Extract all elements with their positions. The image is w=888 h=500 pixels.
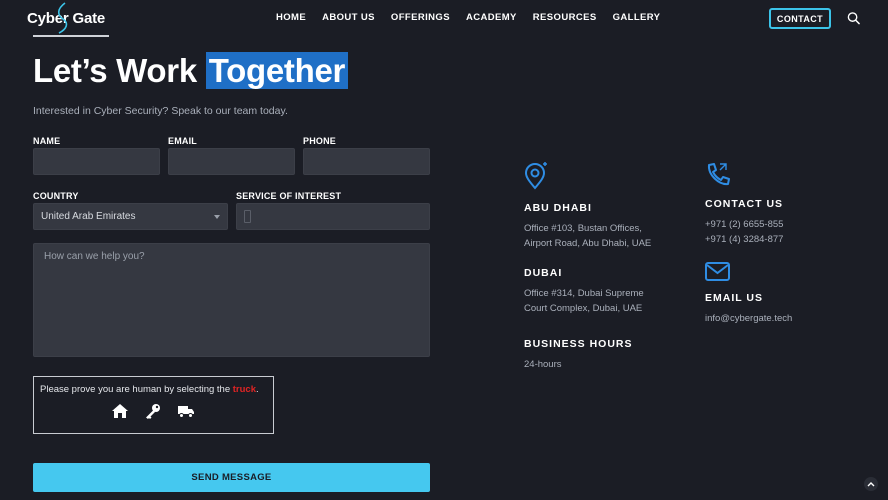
phone-number-2[interactable]: +971 (4) 3284-877: [705, 232, 783, 247]
country-value: United Arab Emirates: [41, 211, 136, 222]
page-title: Let’s Work Together: [33, 52, 349, 90]
service-label: SERVICE OF INTEREST: [236, 191, 342, 201]
logo-underline: [33, 35, 109, 37]
email-address[interactable]: info@cybergate.tech: [705, 311, 792, 326]
logo[interactable]: Cyber Gate: [27, 2, 105, 34]
search-icon[interactable]: [847, 11, 860, 25]
text-cursor-icon: [244, 210, 251, 223]
page-subtitle: Interested in Cyber Security? Speak to o…: [33, 105, 288, 117]
country-label: COUNTRY: [33, 191, 79, 201]
captcha-suffix: .: [256, 384, 259, 395]
service-field[interactable]: [236, 203, 430, 230]
abu-dhabi-heading: ABU DHABI: [524, 202, 592, 214]
abu-dhabi-address-line2: Airport Road, Abu Dhabi, UAE: [524, 238, 652, 249]
truck-icon[interactable]: [177, 403, 195, 419]
phone-field[interactable]: [303, 148, 430, 175]
captcha-target: truck: [232, 384, 256, 395]
contact-button[interactable]: CONTACT: [769, 8, 831, 29]
captcha-prefix: Please prove you are human by selecting …: [40, 384, 233, 395]
location-pin-icon: [524, 162, 547, 190]
phone-icon: [707, 163, 730, 186]
home-icon[interactable]: [111, 403, 129, 419]
country-select[interactable]: United Arab Emirates: [33, 203, 228, 230]
nav-gallery[interactable]: GALLERY: [613, 12, 661, 23]
dubai-address-line2: Court Complex, Dubai, UAE: [524, 303, 643, 314]
message-placeholder: How can we help you?: [44, 251, 145, 262]
contact-us-heading: CONTACT US: [705, 198, 784, 210]
business-hours-heading: BUSINESS HOURS: [524, 338, 633, 350]
key-icon[interactable]: [144, 403, 162, 419]
phone-number-1[interactable]: +971 (2) 6655-855: [705, 217, 783, 232]
dubai-heading: DUBAI: [524, 267, 563, 279]
send-message-button[interactable]: SEND MESSAGE: [33, 463, 430, 492]
chevron-down-icon: [214, 215, 220, 219]
name-label: NAME: [33, 136, 61, 146]
title-highlight: Together: [205, 52, 349, 89]
main-nav: HOME ABOUT US OFFERINGS ACADEMY RESOURCE…: [276, 12, 676, 23]
nav-offerings[interactable]: OFFERINGS: [391, 12, 450, 23]
email-us-heading: EMAIL US: [705, 292, 763, 304]
nav-home[interactable]: HOME: [276, 12, 306, 23]
chevron-up-icon: [867, 482, 875, 487]
captcha-box: Please prove you are human by selecting …: [33, 376, 274, 434]
abu-dhabi-address-line1: Office #103, Bustan Offices,: [524, 223, 642, 234]
nav-resources[interactable]: RESOURCES: [533, 12, 597, 23]
business-hours-value: 24-hours: [524, 359, 562, 370]
envelope-icon: [705, 262, 730, 281]
nav-academy[interactable]: ACADEMY: [466, 12, 517, 23]
email-label: EMAIL: [168, 136, 197, 146]
scroll-to-top-button[interactable]: [864, 477, 878, 491]
dubai-address-line1: Office #314, Dubai Supreme: [524, 288, 644, 299]
message-textarea[interactable]: How can we help you?: [33, 243, 430, 357]
logo-swirl-icon: [57, 2, 68, 34]
captcha-instruction: Please prove you are human by selecting …: [40, 384, 259, 395]
email-field[interactable]: [168, 148, 295, 175]
title-plain: Let’s Work: [33, 52, 206, 89]
site-header: Cyber Gate HOME ABOUT US OFFERINGS ACADE…: [0, 0, 888, 40]
phone-label: PHONE: [303, 136, 337, 146]
name-field[interactable]: [33, 148, 160, 175]
nav-about-us[interactable]: ABOUT US: [322, 12, 375, 23]
